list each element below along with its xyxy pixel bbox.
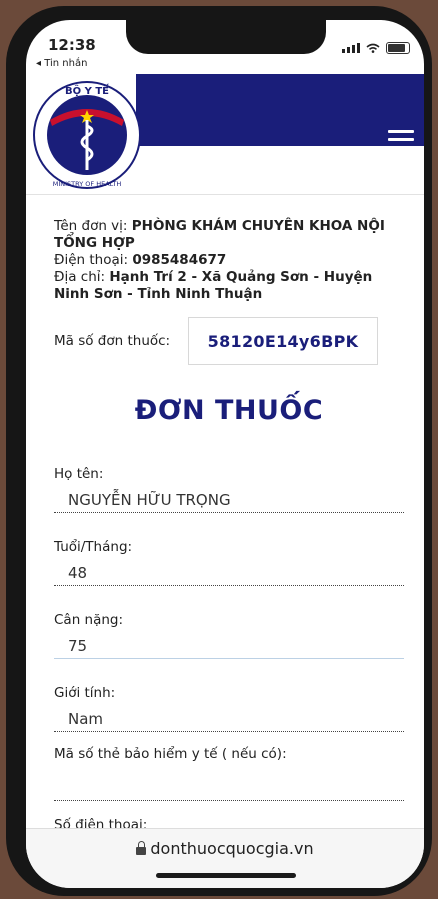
field-age: Tuổi/Tháng: 48	[54, 539, 404, 586]
phone-frame: 12:38 ◂ Tin nhắn BỘ Y TẾ MINISTRY OF HEA…	[6, 6, 432, 896]
wifi-icon	[366, 43, 380, 53]
ministry-of-health-logo[interactable]: BỘ Y TẾ MINISTRY OF HEALTH	[32, 80, 142, 190]
site-header: BỘ Y TẾ MINISTRY OF HEALTH	[26, 72, 424, 189]
header-divider	[26, 194, 424, 195]
age-field[interactable]: 48	[54, 561, 404, 586]
prescription-code-row: Mã số đơn thuốc: 58120E14y6BPK	[54, 317, 404, 365]
status-time: 12:38	[48, 36, 96, 54]
browser-address-bar[interactable]: donthuocquocgia.vn	[26, 828, 424, 888]
url-text[interactable]: donthuocquocgia.vn	[150, 839, 313, 858]
clinic-address-label: Địa chỉ:	[54, 269, 110, 285]
clinic-phone: Điện thoại: 0985484677	[54, 252, 404, 269]
weight-field[interactable]: 75	[54, 634, 404, 659]
status-icons	[342, 42, 410, 54]
clinic-phone-value[interactable]: 0985484677	[132, 252, 226, 268]
field-full-name: Họ tên: NGUYỄN HỮU TRỌNG	[54, 466, 404, 513]
field-label: Cân nặng:	[54, 612, 124, 628]
field-label: Giới tính:	[54, 685, 116, 701]
field-gender: Giới tính: Nam	[54, 685, 404, 732]
page-title: ĐƠN THUỐC	[134, 395, 324, 426]
field-insurance: Mã số thẻ bảo hiểm y tế ( nếu có):	[54, 746, 404, 801]
clinic-address: Địa chỉ: Hạnh Trí 2 - Xã Quảng Sơn - Huy…	[54, 269, 404, 303]
field-label: Họ tên:	[54, 466, 104, 482]
back-to-app-link[interactable]: ◂ Tin nhắn	[36, 58, 87, 69]
phone-screen: 12:38 ◂ Tin nhắn BỘ Y TẾ MINISTRY OF HEA…	[26, 20, 424, 888]
signal-icon	[342, 43, 360, 53]
field-label: Tuổi/Tháng:	[54, 539, 133, 555]
svg-text:MINISTRY OF HEALTH: MINISTRY OF HEALTH	[53, 180, 122, 188]
insurance-number-field[interactable]	[54, 776, 404, 801]
prescription-code-label: Mã số đơn thuốc:	[54, 333, 171, 349]
home-indicator[interactable]	[156, 873, 296, 878]
prescription-code-value: 58120E14y6BPK	[188, 317, 378, 365]
gender-field[interactable]: Nam	[54, 707, 404, 732]
clinic-unit: Tên đơn vị: PHÒNG KHÁM CHUYÊN KHOA NỘI T…	[54, 218, 404, 252]
phone-notch	[126, 20, 326, 54]
clinic-unit-label: Tên đơn vị:	[54, 218, 132, 234]
hamburger-menu-icon[interactable]	[388, 130, 414, 150]
header-band	[136, 74, 424, 146]
clinic-phone-label: Điện thoại:	[54, 252, 133, 268]
address-text[interactable]: donthuocquocgia.vn	[26, 839, 424, 858]
battery-icon	[386, 42, 410, 54]
lock-icon	[136, 841, 147, 855]
prescription-content: Tên đơn vị: PHÒNG KHÁM CHUYÊN KHOA NỘI T…	[54, 218, 404, 833]
field-weight: Cân nặng: 75	[54, 612, 404, 659]
field-label: Mã số thẻ bảo hiểm y tế ( nếu có):	[54, 746, 287, 762]
full-name-field[interactable]: NGUYỄN HỮU TRỌNG	[54, 488, 404, 513]
